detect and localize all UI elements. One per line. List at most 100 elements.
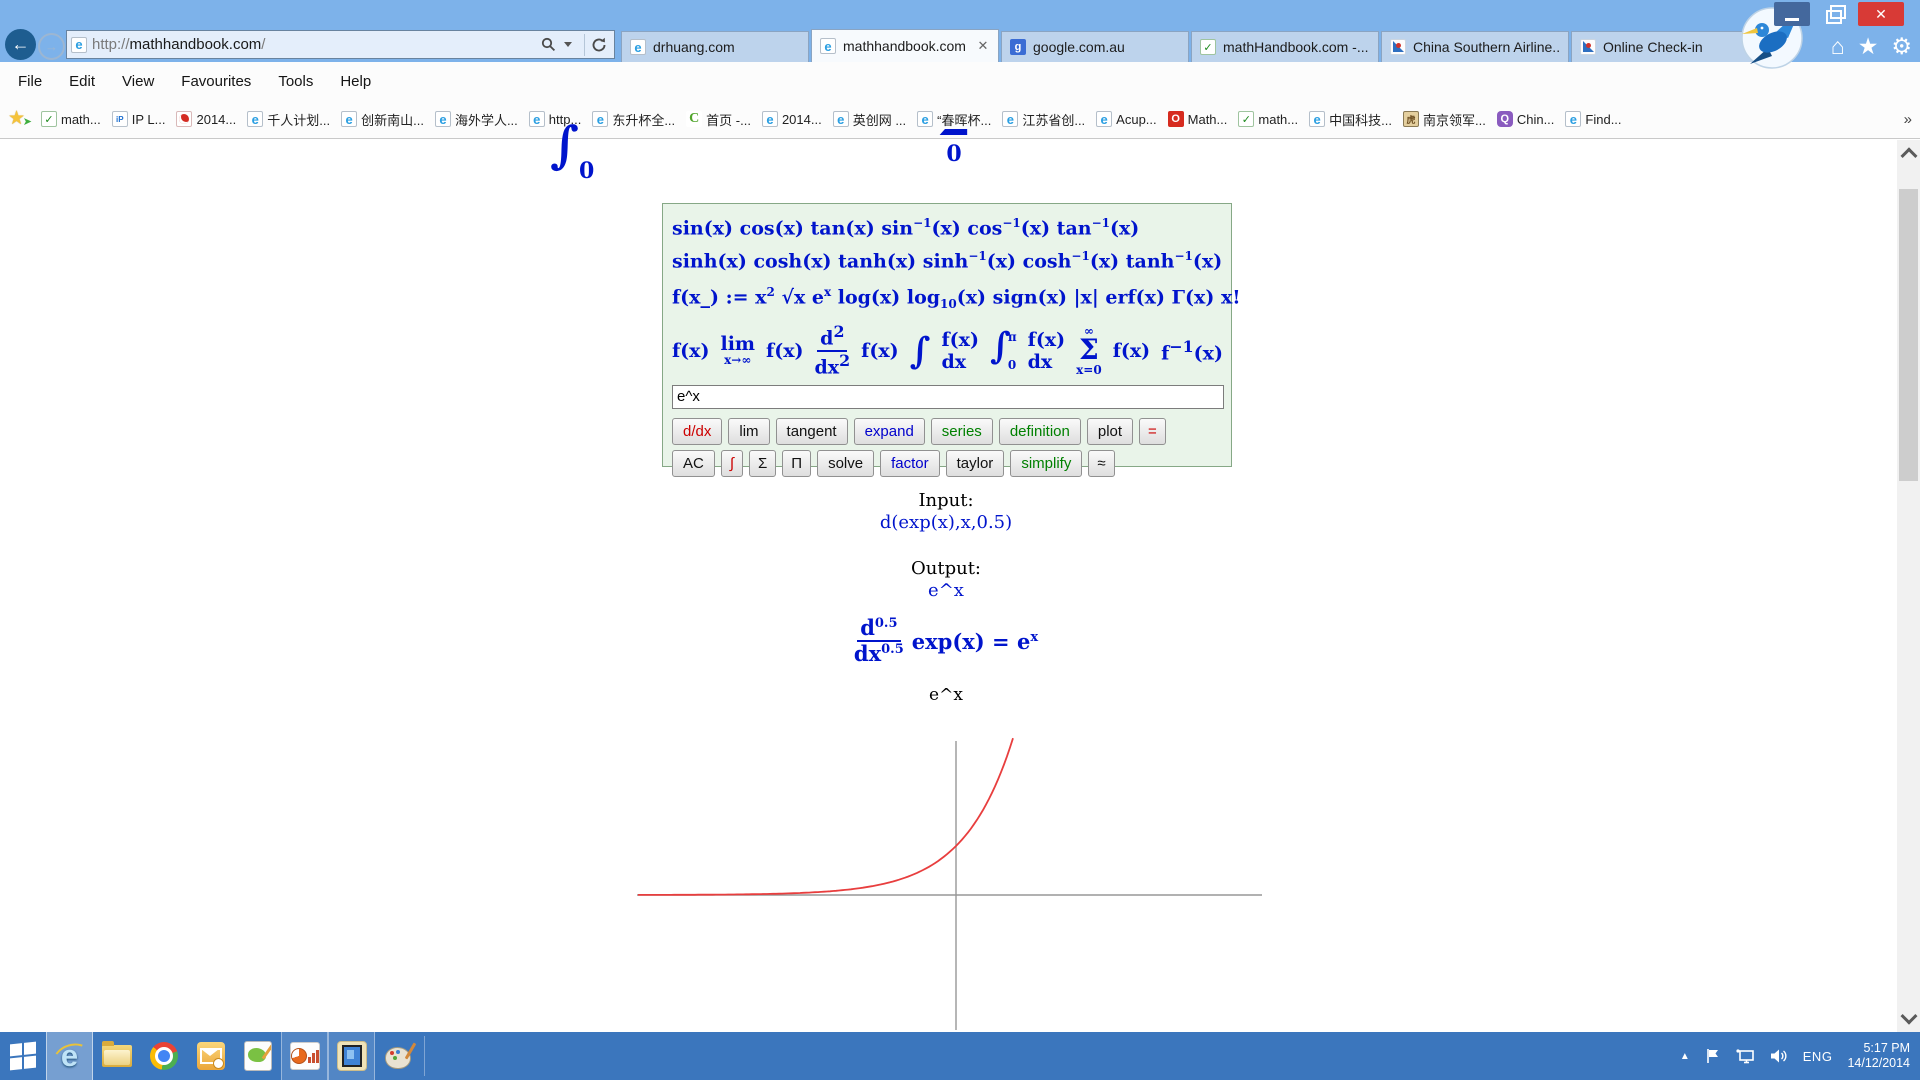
forward-button[interactable]: → [38,33,65,60]
tab-close-icon[interactable]: ✕ [976,38,990,54]
scroll-down-arrow[interactable] [1897,1006,1920,1032]
show-hidden-icons[interactable]: ▲ [1680,1051,1690,1062]
tab-mathhandbook[interactable]: mathhandbook.com ✕ [811,29,999,62]
taskbar-clock[interactable]: 5:17 PM 14/12/2014 [1847,1041,1910,1071]
integrate-button[interactable]: ∫ [721,450,743,477]
favorite-item[interactable]: 南京领军... [1403,110,1486,129]
menu-edit[interactable]: Edit [69,73,95,90]
ddx-button[interactable]: d/dx [672,418,722,445]
favorite-item[interactable]: 东升杯全... [592,110,675,129]
refresh-icon[interactable] [588,32,610,57]
menu-view[interactable]: View [122,73,154,90]
tab-mathhandbook-2[interactable]: mathHandbook.com -... [1191,31,1379,62]
favorite-item[interactable]: 中国科技... [1309,110,1392,129]
taskbar-paint[interactable] [375,1032,422,1080]
favorite-item[interactable]: 首页 -... [686,110,751,129]
tab-online-checkin[interactable]: Online Check-in [1571,31,1759,62]
lim-button[interactable]: lim [728,418,769,445]
tab-favicon [820,38,836,54]
taskbar-outlook[interactable] [187,1032,234,1080]
favorite-item[interactable]: 江苏省创... [1002,110,1085,129]
network-icon[interactable] [1736,1048,1755,1064]
favorite-icon [1096,111,1112,127]
menu-tools[interactable]: Tools [278,73,313,90]
favorite-item[interactable]: 英创网 ... [833,110,906,129]
search-dropdown-caret[interactable] [559,32,581,57]
favorite-item[interactable]: “春晖杯... [917,110,991,129]
action-center-flag-icon[interactable] [1705,1048,1721,1064]
favorite-item[interactable]: 2014... [762,111,822,127]
factor-button[interactable]: factor [880,450,940,477]
menu-help[interactable]: Help [340,73,371,90]
product-button[interactable]: Π [782,450,811,477]
url-text[interactable]: http://mathhandbook.com/ [92,36,537,53]
favorite-item[interactable]: Find... [1565,111,1621,127]
equals-button[interactable]: = [1139,418,1166,445]
output-label: Output: [573,558,1319,579]
favorite-icon [1002,111,1018,127]
tab-drhuang[interactable]: drhuang.com [621,31,809,62]
taskbar-chrome[interactable] [140,1032,187,1080]
expand-button[interactable]: expand [854,418,925,445]
favorite-item[interactable]: IP L... [112,111,166,127]
minimize-button[interactable] [1774,2,1810,26]
language-indicator[interactable]: ENG [1803,1049,1833,1064]
favorite-item[interactable]: math... [41,111,101,127]
tangent-button[interactable]: tangent [776,418,848,445]
address-bar[interactable]: http://mathhandbook.com/ [66,30,615,59]
hyperbolic-functions-line[interactable]: sinh(x) cosh(x) tanh(x) sinh−1(x) cosh−1… [672,242,1222,275]
taskbar-screen-share[interactable] [328,1032,375,1080]
favorite-item[interactable]: Acup... [1096,111,1156,127]
favorite-item[interactable]: 海外学人... [435,110,518,129]
menu-favourites[interactable]: Favourites [181,73,251,90]
search-icon[interactable] [537,32,559,57]
sum-button[interactable]: Σ [749,450,776,477]
favorite-icon [686,111,702,127]
tab-google[interactable]: google.com.au [1001,31,1189,62]
scrollbar-thumb[interactable] [1899,189,1918,481]
approx-button[interactable]: ≈ [1088,450,1114,477]
windows-logo-icon [10,1042,36,1071]
restore-button[interactable] [1818,2,1850,26]
menu-file[interactable]: File [18,73,42,90]
calculus-operators-line[interactable]: f(x) limx→∞ f(x) d2dx2 f(x) ∫ f(x) dx ∫π… [672,320,1222,382]
simplify-button[interactable]: simplify [1010,450,1082,477]
taskbar-internet-explorer[interactable]: e [46,1032,93,1080]
series-button[interactable]: series [931,418,993,445]
add-favorite-icon[interactable]: ★➤ [8,110,30,128]
tab-favicon [1390,39,1406,55]
browser-action-icons: ⌂ ★ ⚙ [1831,33,1912,59]
taskbar-powerpoint[interactable] [281,1032,328,1080]
plot-button[interactable]: plot [1087,418,1133,445]
file-explorer-icon [102,1045,132,1067]
tab-china-southern[interactable]: China Southern Airline... [1381,31,1569,62]
favorite-item[interactable]: 千人计划... [247,110,330,129]
taylor-button[interactable]: taylor [946,450,1005,477]
home-icon[interactable]: ⌂ [1831,33,1845,59]
internet-explorer-icon: e [54,1040,86,1072]
solve-button[interactable]: solve [817,450,874,477]
favorite-item[interactable]: 创新南山... [341,110,424,129]
favorite-item[interactable]: Chin... [1497,111,1555,127]
favorite-item[interactable]: Math... [1168,111,1228,127]
settings-gear-icon[interactable]: ⚙ [1891,33,1912,59]
scroll-up-arrow[interactable] [1897,140,1920,166]
volume-icon[interactable] [1770,1048,1788,1064]
favorites-star-icon[interactable]: ★ [1858,33,1879,59]
taskbar-file-explorer[interactable] [93,1032,140,1080]
back-button[interactable]: ← [5,29,36,60]
trig-functions-line[interactable]: sin(x) cos(x) tan(x) sin−1(x) cos−1(x) t… [672,209,1222,242]
ac-button[interactable]: AC [672,450,715,477]
start-button[interactable] [0,1032,46,1080]
misc-functions-line[interactable]: f(x_) := x2 √x ex log(x) log10(x) sign(x… [672,276,1222,320]
screen-share-icon [337,1041,367,1071]
definition-button[interactable]: definition [999,418,1081,445]
vertical-scrollbar[interactable] [1897,140,1920,1032]
close-button[interactable]: ✕ [1858,2,1904,26]
favorite-item[interactable]: 2014... [176,111,236,127]
favorites-overflow-chevron[interactable]: » [1904,111,1912,128]
expression-input[interactable] [672,385,1224,409]
taskbar-notepad-plus-plus[interactable] [234,1032,281,1080]
favorite-item[interactable]: math... [1238,111,1298,127]
button-row-1: d/dx lim tangent expand series definitio… [672,418,1222,445]
